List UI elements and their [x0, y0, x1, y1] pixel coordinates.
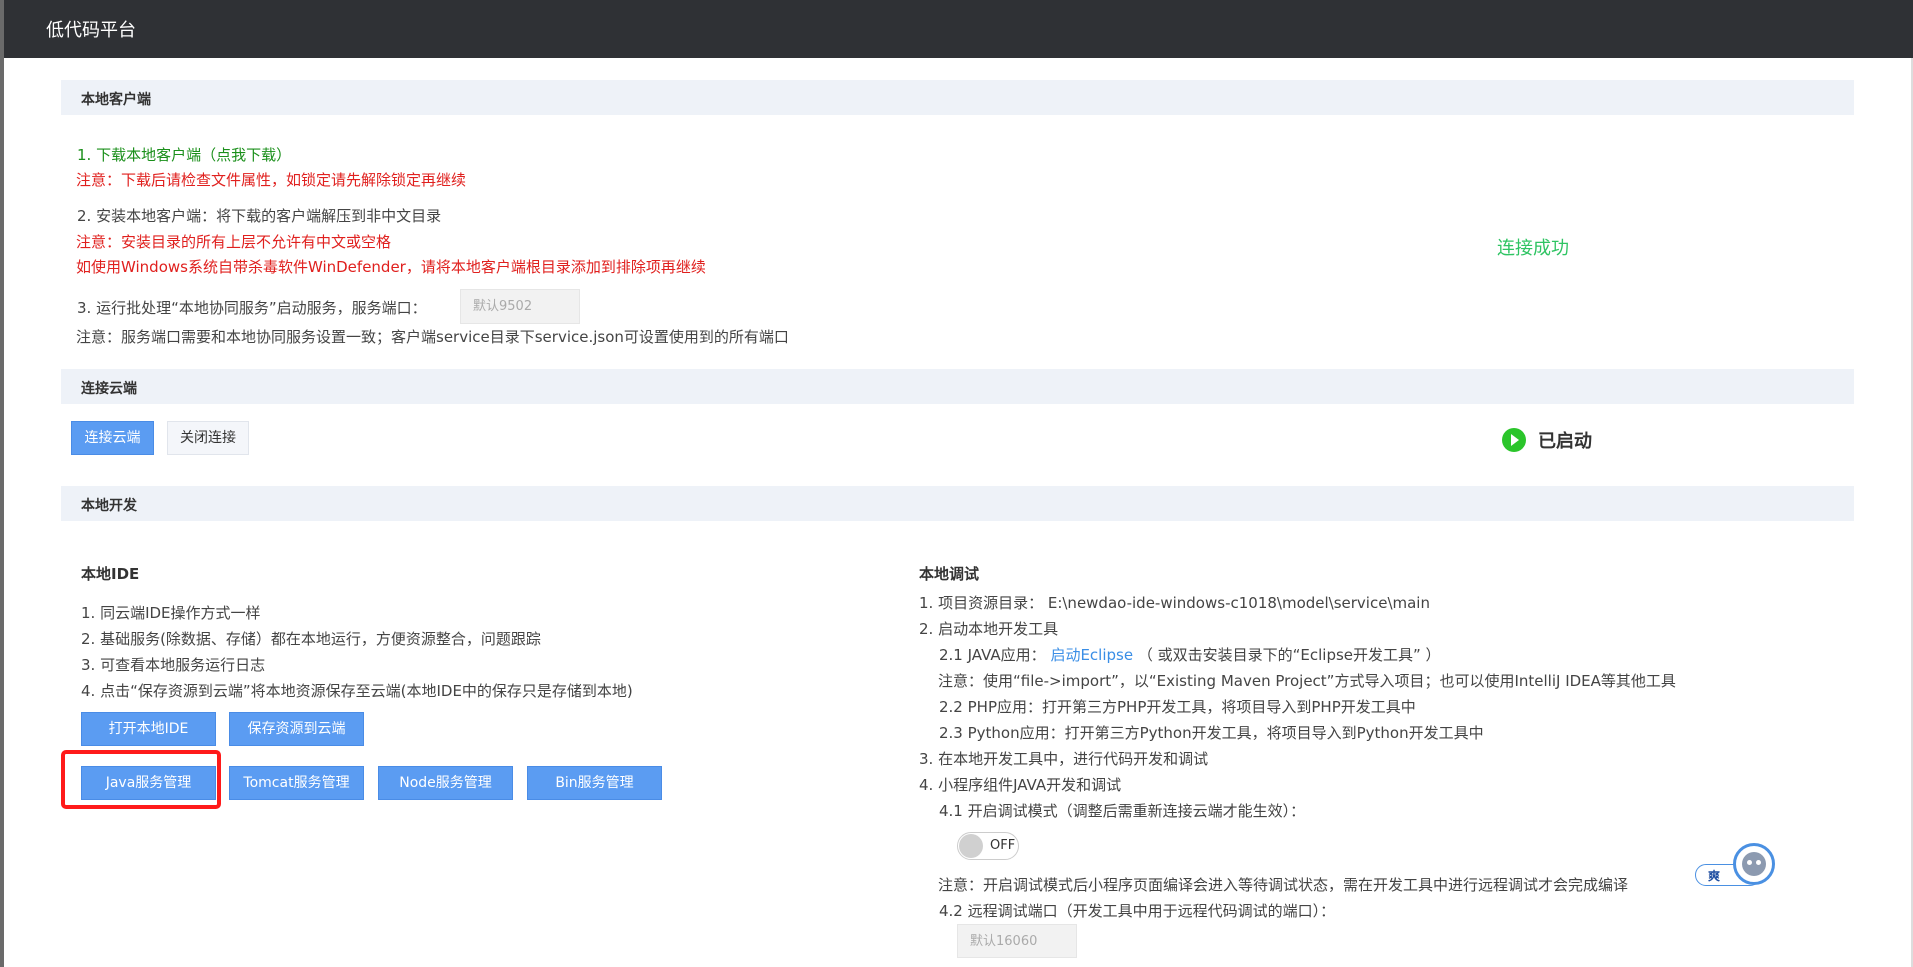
- download-note: 注意：下载后请检查文件属性，如锁定请先解除锁定再继续: [76, 171, 467, 189]
- robot-face-icon: [1742, 852, 1766, 876]
- tomcat-service-button[interactable]: Tomcat服务管理: [229, 766, 364, 800]
- download-client-link[interactable]: 1. 下载本地客户端（点我下载）: [77, 144, 291, 165]
- ide-item: 4. 点击“保存资源到云端”将本地资源保存至云端(本地IDE中的保存只是存储到本…: [81, 682, 633, 700]
- annotation-highlight-box: [61, 750, 221, 809]
- debug-mode-note: 注意：开启调试模式后小程序页面编译会进入等待调试状态，需在开发工具中进行远程调试…: [938, 876, 1629, 894]
- debug-mode-toggle[interactable]: OFF: [957, 832, 1019, 860]
- service-port-input[interactable]: [460, 289, 580, 324]
- connect-cloud-button[interactable]: 连接云端: [71, 421, 154, 455]
- ide-item: 2. 基础服务(除数据、存储）都在本地运行，方便资源整合，问题跟踪: [81, 630, 541, 648]
- java-app-label: 2.1 JAVA应用：: [939, 646, 1046, 664]
- remote-debug-port-input[interactable]: [957, 924, 1077, 958]
- install-note-1: 注意：安装目录的所有上层不允许有中文或空格: [76, 233, 392, 251]
- port-note: 注意：服务端口需要和本地协同服务设置一致；客户端service目录下servic…: [76, 328, 789, 346]
- dev-debug-line: 3. 在本地开发工具中，进行代码开发和调试: [919, 750, 1209, 768]
- import-note: 注意：使用“file->import”，以“Existing Maven Pro…: [938, 672, 1676, 690]
- assistant-avatar-icon: [1733, 843, 1775, 885]
- play-status-icon: [1502, 428, 1526, 452]
- toggle-label: OFF: [990, 838, 1016, 853]
- project-dir-line: 1. 项目资源目录： E:\newdao-ide-windows-c1018\m…: [919, 594, 1430, 612]
- launch-eclipse-link[interactable]: 启动Eclipse: [1050, 646, 1133, 664]
- window-left-edge: [0, 0, 4, 967]
- toggle-knob: [959, 834, 983, 858]
- ide-item: 3. 可查看本地服务运行日志: [81, 656, 266, 674]
- python-app-line: 2.3 Python应用：打开第三方Python开发工具，将项目导入到Pytho…: [939, 724, 1484, 742]
- disconnect-button[interactable]: 关闭连接: [167, 421, 249, 455]
- section-local-client: 本地客户端: [61, 80, 1854, 115]
- section-title: 本地开发: [81, 498, 137, 514]
- top-header: 低代码平台: [4, 0, 1913, 58]
- local-debug-title: 本地调试: [919, 565, 980, 583]
- save-to-cloud-button[interactable]: 保存资源到云端: [229, 712, 364, 746]
- cloud-status: 已启动: [1538, 431, 1592, 452]
- open-local-ide-button[interactable]: 打开本地IDE: [81, 712, 216, 746]
- install-note-2: 如使用Windows系统自带杀毒软件WinDefender，请将本地客户端根目录…: [76, 258, 706, 276]
- section-title: 连接云端: [81, 381, 137, 397]
- start-tools-line: 2. 启动本地开发工具: [919, 620, 1059, 638]
- debug-mode-line: 4.1 开启调试模式（调整后需重新连接云端才能生效）：: [939, 802, 1306, 820]
- bin-service-button[interactable]: Bin服务管理: [527, 766, 662, 800]
- local-ide-title: 本地IDE: [81, 565, 140, 583]
- run-step: 3. 运行批处理“本地协同服务”启动服务，服务端口：: [77, 299, 427, 317]
- php-app-line: 2.2 PHP应用：打开第三方PHP开发工具，将项目导入到PHP开发工具中: [939, 698, 1416, 716]
- node-service-button[interactable]: Node服务管理: [378, 766, 513, 800]
- section-title: 本地客户端: [81, 92, 151, 108]
- java-app-hint: （ 或双击安装目录下的“Eclipse开发工具” ）: [1137, 646, 1441, 664]
- java-app-line: 2.1 JAVA应用： 启动Eclipse （ 或双击安装目录下的“Eclips…: [939, 644, 1441, 665]
- remote-port-line: 4.2 远程调试端口（开发工具中用于远程代码调试的端口）：: [939, 902, 1336, 920]
- connection-status: 连接成功: [1497, 238, 1569, 259]
- section-cloud: 连接云端: [61, 369, 1854, 404]
- floating-assistant-widget[interactable]: 爽: [1695, 843, 1777, 889]
- miniprogram-line: 4. 小程序组件JAVA开发和调试: [919, 776, 1122, 794]
- ide-item: 1. 同云端IDE操作方式一样: [81, 604, 261, 622]
- install-step: 2. 安装本地客户端：将下载的客户端解压到非中文目录: [77, 207, 442, 225]
- app-title: 低代码平台: [46, 20, 136, 41]
- section-local-dev: 本地开发: [61, 486, 1854, 521]
- assistant-label: 爽: [1708, 869, 1721, 883]
